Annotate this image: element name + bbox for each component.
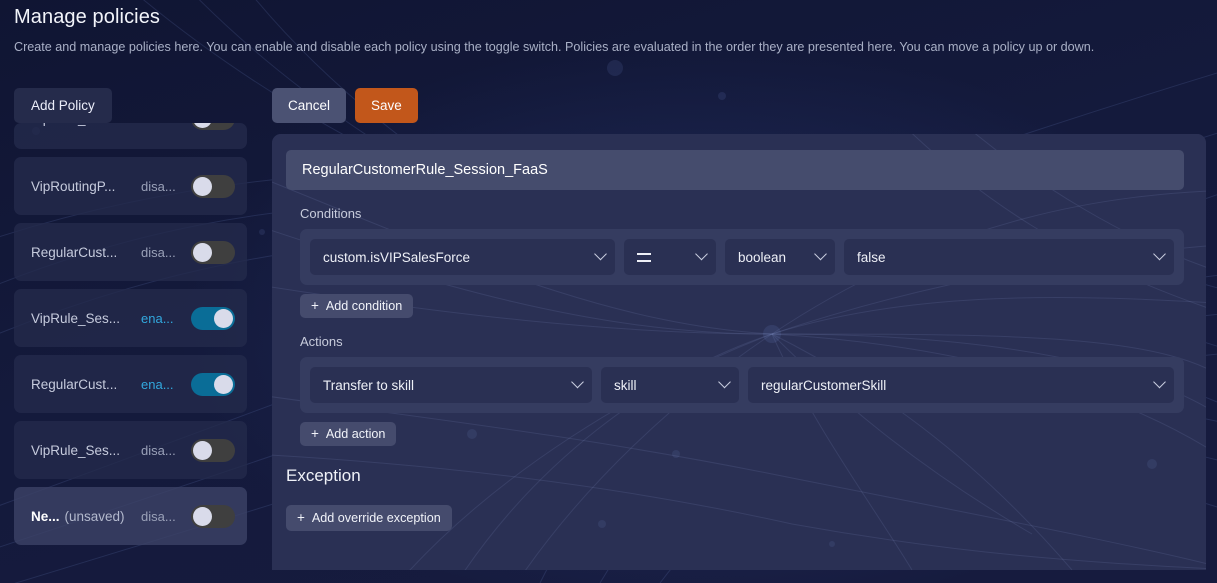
policy-enable-toggle[interactable] bbox=[191, 240, 235, 264]
page-subtitle: Create and manage policies here. You can… bbox=[14, 40, 1095, 54]
add-condition-label: Add condition bbox=[325, 299, 403, 313]
policy-list-item[interactable]: Ne... (unsaved) disa... bbox=[14, 487, 247, 545]
policy-item-status: disa... bbox=[141, 508, 176, 524]
policy-item-name: RegularCust... bbox=[31, 244, 118, 260]
condition-row: custom.isVIPSalesForce boolean false bbox=[300, 229, 1184, 285]
condition-type-value: boolean bbox=[738, 249, 787, 265]
policy-list-item[interactable]: VipRule_Ses... disa... bbox=[14, 421, 247, 479]
policy-enable-toggle[interactable] bbox=[191, 504, 235, 528]
chevron-down-icon bbox=[1153, 247, 1166, 261]
add-condition-button[interactable]: + Add condition bbox=[300, 294, 414, 318]
toggle-knob bbox=[193, 242, 212, 262]
editor-toolbar: Cancel Save bbox=[272, 88, 418, 123]
plus-icon: + bbox=[297, 510, 305, 526]
condition-field-value: custom.isVIPSalesForce bbox=[323, 249, 471, 265]
chevron-down-icon bbox=[814, 247, 827, 261]
add-action-button[interactable]: + Add action bbox=[300, 422, 397, 446]
policy-list-item[interactable]: RegularCust... disa... bbox=[14, 223, 247, 281]
policy-item-status: disa... bbox=[141, 442, 176, 458]
cancel-button[interactable]: Cancel bbox=[272, 88, 347, 123]
policy-enable-toggle[interactable] bbox=[191, 123, 235, 130]
policy-item-name: RegularCust... bbox=[31, 376, 118, 392]
plus-icon: + bbox=[311, 298, 319, 314]
toggle-knob bbox=[193, 176, 212, 196]
equals-icon bbox=[637, 252, 651, 262]
policy-item-status: disa... bbox=[141, 244, 176, 260]
action-param-value: skill bbox=[614, 377, 637, 393]
action-type-select[interactable]: Transfer to skill bbox=[310, 367, 592, 403]
policy-editor-panel: Conditions custom.isVIPSalesForce boolea… bbox=[272, 134, 1206, 570]
condition-value-value: false bbox=[857, 249, 886, 265]
policy-item-name: VipRule_Static bbox=[31, 123, 119, 126]
action-param-select[interactable]: skill bbox=[601, 367, 739, 403]
action-row: Transfer to skill skill regularCustomerS… bbox=[300, 357, 1184, 413]
action-value-select[interactable]: regularCustomerSkill bbox=[748, 367, 1174, 403]
toggle-knob bbox=[193, 123, 212, 128]
add-policy-button[interactable]: Add Policy bbox=[14, 88, 112, 123]
policy-name-input[interactable] bbox=[286, 150, 1184, 190]
condition-value-select[interactable]: false bbox=[844, 239, 1174, 275]
actions-label: Actions bbox=[300, 334, 343, 349]
policy-enable-toggle[interactable] bbox=[191, 306, 235, 330]
toggle-knob bbox=[214, 374, 233, 394]
add-action-label: Add action bbox=[325, 427, 386, 441]
action-value-value: regularCustomerSkill bbox=[761, 377, 887, 393]
policy-enable-toggle[interactable] bbox=[191, 174, 235, 198]
chevron-down-icon bbox=[718, 375, 731, 389]
add-override-exception-button[interactable]: + Add override exception bbox=[286, 505, 452, 531]
policy-item-unsaved-badge: (unsaved) bbox=[64, 508, 125, 524]
chevron-down-icon bbox=[571, 375, 584, 389]
policy-item-name: VipRule_Ses... bbox=[31, 442, 121, 458]
policy-item-status: disa... bbox=[141, 123, 185, 126]
action-type-value: Transfer to skill bbox=[323, 377, 415, 393]
toggle-knob bbox=[193, 506, 212, 526]
policy-list-item[interactable]: VipRoutingP... disa... bbox=[14, 157, 247, 215]
policy-list-item[interactable]: VipRule_Static disa... bbox=[14, 123, 247, 149]
policy-item-name: VipRoutingP... bbox=[31, 178, 116, 194]
add-override-exception-label: Add override exception bbox=[311, 511, 441, 525]
condition-operator-select[interactable] bbox=[624, 239, 716, 275]
exception-heading: Exception bbox=[286, 466, 361, 485]
page-title: Manage policies bbox=[14, 6, 161, 28]
toggle-knob bbox=[193, 440, 212, 460]
toggle-knob bbox=[214, 308, 233, 328]
policy-list[interactable]: VipRule_Static disa... VipRoutingP... disa.… bbox=[14, 123, 247, 565]
policy-item-name: VipRule_Ses... bbox=[31, 310, 121, 326]
policy-item-name: Ne... bbox=[31, 508, 60, 524]
chevron-down-icon bbox=[1153, 375, 1166, 389]
policy-item-status: ena... bbox=[141, 310, 174, 326]
policy-enable-toggle[interactable] bbox=[191, 372, 235, 396]
plus-icon: + bbox=[311, 426, 319, 442]
condition-field-select[interactable]: custom.isVIPSalesForce bbox=[310, 239, 615, 275]
policy-list-item[interactable]: VipRule_Ses... ena... bbox=[14, 289, 247, 347]
policy-item-status: ena... bbox=[141, 376, 174, 392]
chevron-down-icon bbox=[695, 247, 708, 261]
policy-list-item[interactable]: RegularCust... ena... bbox=[14, 355, 247, 413]
policy-enable-toggle[interactable] bbox=[191, 438, 235, 462]
policy-item-status: disa... bbox=[141, 178, 176, 194]
conditions-label: Conditions bbox=[300, 206, 362, 221]
save-button[interactable]: Save bbox=[355, 88, 418, 123]
page-header: Manage policies Create and manage polici… bbox=[14, 4, 1207, 55]
chevron-down-icon bbox=[594, 247, 607, 261]
condition-type-select[interactable]: boolean bbox=[725, 239, 835, 275]
